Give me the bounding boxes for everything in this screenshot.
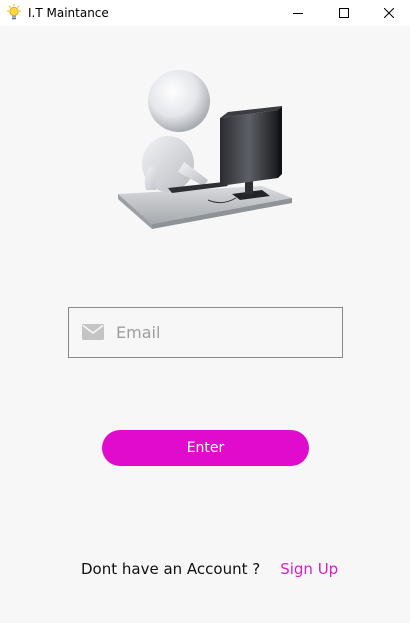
enter-button[interactable]: Enter [102,430,309,466]
sign-up-link[interactable]: Sign Up [280,560,338,578]
email-input[interactable] [116,308,336,357]
minimize-button[interactable] [275,0,321,26]
email-field[interactable] [68,307,343,358]
close-button[interactable] [366,0,410,26]
figure-at-computer-illustration [112,66,298,232]
signup-prompt: Dont have an Account ? [81,560,261,578]
lightbulb-icon [6,4,22,21]
maximize-button[interactable] [321,0,367,26]
signup-row: Dont have an Account ? Sign Up [81,558,338,580]
minimize-icon [293,13,303,14]
maximize-icon [339,8,349,18]
mail-icon [82,324,104,340]
title-bar: I.T Maintance [0,0,410,26]
window-title: I.T Maintance [28,6,109,20]
close-icon [384,8,394,18]
